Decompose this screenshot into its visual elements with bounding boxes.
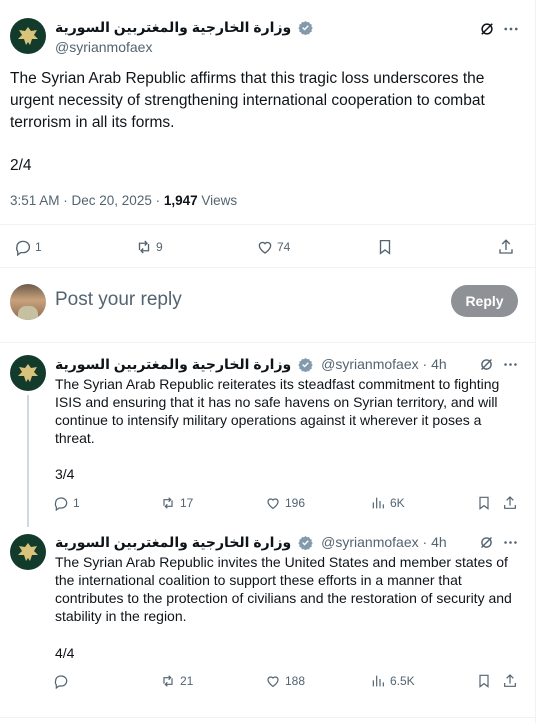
author-handle-time[interactable]: @syrianmofaex · 4h (321, 534, 446, 550)
account-avatar[interactable] (10, 534, 46, 570)
more-icon (504, 541, 517, 544)
views-label: Views (197, 193, 238, 208)
post-text: The Syrian Arab Republic invites the Uni… (55, 554, 512, 624)
author-name-row[interactable]: وزارة الخارجية والمغتربين السورية (55, 19, 313, 37)
reply-icon (54, 497, 68, 511)
thread-counter: 2/4 (10, 157, 32, 174)
repost-count: 17 (180, 496, 194, 510)
post-text: The Syrian Arab Republic affirms that th… (10, 70, 485, 131)
author-name-row[interactable]: وزارة الخارجية والمغتربين السورية @syria… (55, 534, 447, 552)
like-action[interactable]: 188 (265, 673, 305, 689)
repost-action[interactable]: 21 (160, 673, 193, 689)
reply-icon (16, 240, 31, 256)
eagle-emblem-icon (18, 364, 38, 382)
bookmark-icon (379, 239, 391, 255)
share-icon (504, 674, 516, 687)
author-name[interactable]: وزارة الخارجية والمغتربين السورية (55, 19, 291, 35)
share-action[interactable] (497, 238, 515, 256)
author-name-row[interactable]: وزارة الخارجية والمغتربين السورية @syria… (55, 356, 447, 374)
grok-icon (481, 359, 492, 370)
repost-action[interactable]: 9 (135, 238, 163, 256)
reply-action[interactable] (53, 673, 73, 689)
eagle-emblem-icon (18, 27, 38, 45)
reply-count: 1 (35, 240, 42, 254)
bookmark-icon (479, 496, 489, 510)
bookmark-action[interactable] (376, 238, 394, 256)
author-handle-time[interactable]: @syrianmofaex · 4h (321, 356, 446, 372)
thread-counter: 3/4 (55, 466, 75, 482)
like-action[interactable]: 74 (256, 238, 290, 256)
like-count: 196 (285, 496, 306, 510)
thread-connector (27, 395, 29, 527)
divider (0, 224, 536, 225)
bookmark-icon (479, 674, 489, 688)
like-icon (267, 498, 279, 510)
reply-action[interactable]: 1 (53, 495, 80, 511)
like-action[interactable]: 196 (265, 495, 305, 511)
reply-count: 1 (73, 496, 80, 510)
post-timestamp[interactable]: 3:51 AM · Dec 20, 2025 · (10, 193, 164, 208)
repost-icon (163, 675, 173, 687)
reply-action[interactable]: 1 (14, 238, 42, 256)
reply-input[interactable]: Post your reply (55, 289, 182, 311)
more-icon (504, 363, 517, 366)
post-text: The Syrian Arab Republic reiterates its … (55, 376, 500, 446)
views-icon (372, 497, 384, 509)
verified-badge-icon (298, 20, 313, 35)
divider (0, 342, 536, 343)
author-name[interactable]: وزارة الخارجية والمغتربين السورية (55, 356, 291, 372)
divider (0, 717, 536, 718)
repost-action[interactable]: 17 (160, 495, 193, 511)
share-action[interactable] (502, 495, 518, 511)
repost-count: 21 (180, 674, 194, 688)
account-avatar[interactable] (10, 355, 46, 391)
views-count: 6K (390, 496, 405, 510)
share-icon (504, 496, 516, 509)
divider (0, 267, 536, 268)
repost-icon (163, 497, 173, 509)
author-name[interactable]: وزارة الخارجية والمغتربين السورية (55, 534, 291, 550)
views-count: 1,947 (163, 193, 198, 208)
account-avatar[interactable] (10, 18, 46, 54)
views-icon (372, 675, 384, 687)
more-options-button[interactable] (502, 20, 520, 43)
more-icon (504, 27, 518, 31)
like-count: 74 (277, 240, 291, 254)
reply-button[interactable]: Reply (451, 285, 518, 317)
views-count: 6.5K (390, 674, 415, 688)
repost-icon (138, 240, 150, 254)
reply-icon (54, 675, 68, 689)
author-handle[interactable]: @syrianmofaex (55, 39, 152, 55)
verified-badge-icon (298, 357, 313, 372)
views-action[interactable]: 6K (370, 495, 405, 511)
user-avatar[interactable] (10, 284, 46, 320)
grok-icon (481, 537, 492, 548)
grok-button[interactable] (478, 20, 496, 43)
share-action[interactable] (502, 673, 518, 689)
timeline-column: وزارة الخارجية والمغتربين السورية @syria… (0, 0, 536, 723)
thread-counter: 4/4 (55, 645, 75, 661)
bookmark-action[interactable] (476, 673, 492, 689)
like-count: 188 (285, 674, 306, 688)
avatar-shirt (18, 306, 38, 320)
repost-count: 9 (156, 240, 163, 254)
views-action[interactable]: 6.5K (370, 673, 415, 689)
verified-badge-icon (298, 535, 313, 550)
like-icon (258, 241, 272, 254)
post-meta: 3:51 AM · Dec 20, 2025 · 1,947 Views (10, 193, 237, 208)
share-icon (499, 239, 513, 254)
grok-icon (481, 23, 493, 35)
like-icon (267, 676, 279, 688)
eagle-emblem-icon (18, 543, 38, 561)
bookmark-action[interactable] (476, 495, 492, 511)
